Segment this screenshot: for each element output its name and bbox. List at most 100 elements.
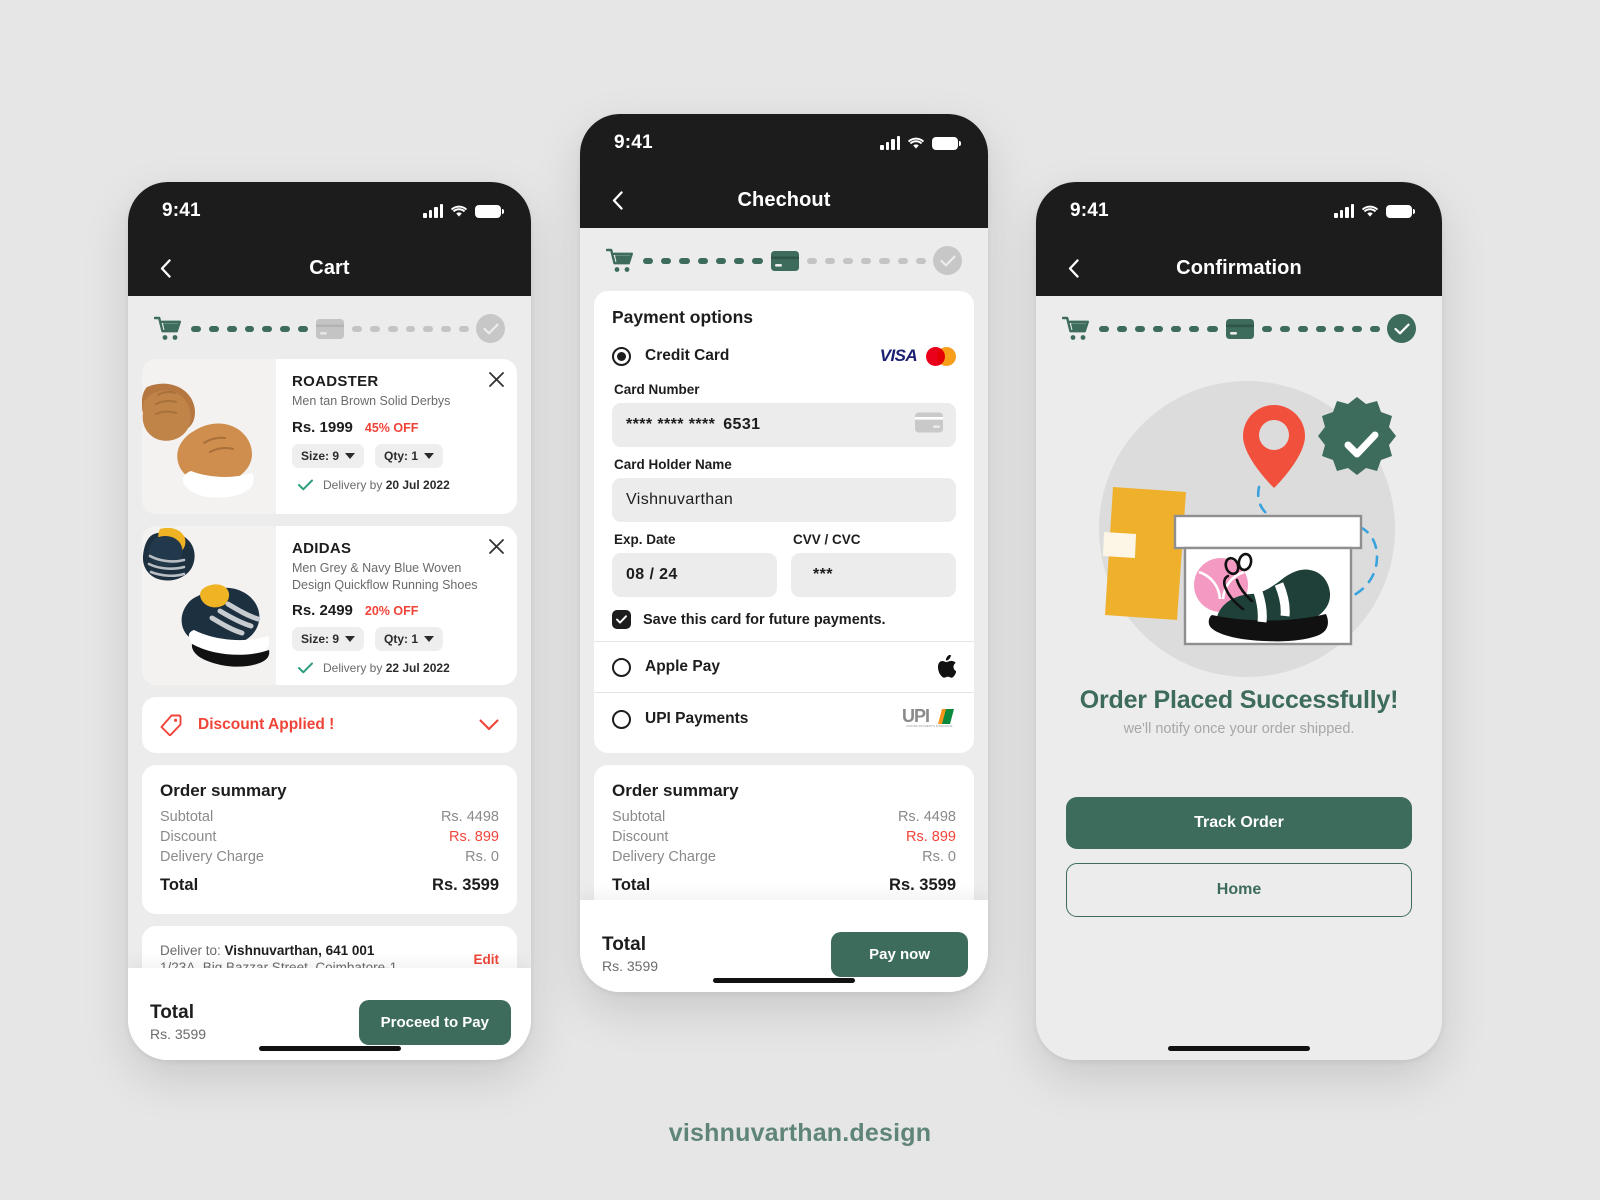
delivery-estimate: Delivery by 22 Jul 2022 — [292, 661, 503, 675]
summary-row-discount: Discount Rs. 899 — [160, 827, 499, 847]
payment-option-apple-pay[interactable]: Apple Pay — [612, 642, 956, 692]
size-selector[interactable]: Size: 9 — [292, 627, 365, 651]
radio-credit-card[interactable] — [612, 346, 631, 366]
card-holder-label: Card Holder Name — [614, 457, 732, 472]
radio-upi[interactable] — [612, 709, 631, 729]
qty-selector[interactable]: Qty: 1 — [375, 627, 444, 651]
delivery-estimate: Delivery by 20 Jul 2022 — [292, 478, 503, 492]
cart-item-adidas[interactable]: ADIDAS Men Grey & Navy Blue Woven Design… — [142, 526, 517, 685]
cellular-signal-icon — [1334, 204, 1354, 218]
confirmation-headline: Order Placed Successfully! — [1079, 686, 1399, 714]
cart-item-roadster[interactable]: ROADSTER Men tan Brown Solid Derbys Rs. … — [142, 359, 517, 514]
chevron-down-icon — [424, 452, 435, 459]
home-indicator — [1168, 1046, 1310, 1051]
card-holder-input[interactable]: Vishnuvarthan — [612, 478, 956, 522]
payment-option-upi[interactable]: UPI Payments UPI UNIFIED PAYMENTS INTERF… — [612, 693, 956, 745]
order-summary-title: Order summary — [612, 781, 739, 800]
nav-bar-confirmation: Confirmation — [1036, 240, 1442, 296]
stepper-line-1 — [1099, 325, 1218, 332]
order-summary-cart: Order summary Subtotal Rs. 4498 Discount… — [142, 765, 517, 914]
checkout-bottom-bar: Total Rs. 3599 Pay now — [580, 900, 988, 992]
status-bar: 9:41 — [580, 114, 988, 172]
check-circle-icon — [933, 246, 962, 275]
summary-value: Rs. 4498 — [897, 809, 956, 825]
chevron-down-icon — [424, 636, 435, 642]
cvv-label: CVV / CVC — [793, 532, 861, 547]
size-label: Size: 9 — [301, 632, 340, 646]
edit-address-button[interactable]: Edit — [474, 952, 500, 967]
back-button[interactable] — [148, 251, 182, 285]
card-number-label: Card Number — [614, 382, 700, 397]
phone-screen-cart: 9:41 Cart ROADSTER Men tan Brown Solid D… — [128, 182, 531, 1060]
upi-label: UPI Payments — [645, 710, 749, 727]
qty-selector[interactable]: Qty: 1 — [375, 443, 444, 468]
summary-key: Delivery Charge — [160, 849, 264, 865]
size-selector[interactable]: Size: 9 — [292, 443, 365, 468]
card-number-input[interactable]: **** **** **** 6531 — [612, 403, 956, 447]
check-circle-icon — [476, 314, 505, 343]
stepper-line-1 — [191, 325, 309, 332]
summary-key: Discount — [612, 829, 669, 845]
cvv-input[interactable]: *** — [791, 553, 956, 597]
check-icon — [298, 479, 313, 490]
summary-row-delivery: Delivery Charge Rs. 0 — [612, 847, 956, 867]
stepper-line-2 — [1261, 325, 1381, 332]
summary-value: Rs. 4498 — [440, 809, 499, 825]
delivery-prefix: Delivery by — [323, 477, 383, 492]
product-description: Men tan Brown Solid Derbys — [292, 394, 451, 408]
exp-date-input[interactable]: 08 / 24 — [612, 553, 777, 597]
credit-card-label: Credit Card — [645, 347, 730, 364]
remove-item-button[interactable] — [488, 371, 505, 393]
close-icon — [489, 372, 504, 387]
pay-now-button[interactable]: Pay now — [831, 931, 968, 977]
chevron-left-icon — [160, 258, 171, 278]
radio-apple-pay[interactable] — [612, 657, 631, 677]
summary-total-value: Rs. 3599 — [432, 876, 499, 894]
save-card-checkbox[interactable] — [612, 610, 631, 629]
status-icons — [423, 204, 505, 218]
cellular-signal-icon — [880, 136, 900, 150]
chevron-down-icon — [345, 452, 356, 459]
delivery-date: 22 Jul 2022 — [385, 661, 450, 675]
summary-row-subtotal: Subtotal Rs. 4498 — [160, 807, 499, 827]
product-discount-badge: 20% OFF — [364, 604, 419, 618]
card-number-last4: 6531 — [723, 416, 761, 433]
product-brand: ADIDAS — [292, 540, 352, 557]
page-title: Cart — [309, 256, 350, 279]
cart-screen-body: ROADSTER Men tan Brown Solid Derbys Rs. … — [128, 296, 531, 1060]
checkout-stepper-cart — [128, 296, 531, 359]
bottom-total-label: Total — [602, 934, 646, 955]
credit-card-icon — [770, 250, 799, 271]
remove-item-button[interactable] — [488, 538, 505, 560]
check-circle-icon — [1387, 314, 1416, 343]
check-icon — [298, 662, 313, 674]
summary-key: Delivery Charge — [612, 849, 716, 865]
home-button[interactable]: Home — [1066, 863, 1412, 917]
upi-icon: UPI UNIFIED PAYMENTS INTERFACE — [902, 706, 956, 732]
proceed-to-pay-button[interactable]: Proceed to Pay — [358, 999, 511, 1045]
svg-text:UPI: UPI — [902, 706, 929, 726]
payment-option-credit-card[interactable]: Credit Card VISA — [612, 342, 956, 372]
save-card-checkbox-row[interactable]: Save this card for future payments. — [612, 610, 956, 629]
qty-label: Qty: 1 — [384, 632, 419, 646]
stepper-line-2 — [352, 325, 470, 332]
summary-row-subtotal: Subtotal Rs. 4498 — [612, 807, 956, 827]
track-order-button[interactable]: Track Order — [1066, 797, 1412, 849]
status-bar: 9:41 — [1036, 182, 1442, 240]
summary-total-value: Rs. 3599 — [889, 876, 956, 894]
bottom-total-label: Total — [150, 1002, 194, 1023]
discount-applied-banner[interactable]: Discount Applied ! — [142, 697, 517, 753]
card-holder-value: Vishnuvarthan — [626, 491, 734, 508]
summary-total-key: Total — [612, 876, 651, 894]
footer-credit: vishnuvarthan.design — [668, 1119, 932, 1147]
summary-total-key: Total — [160, 876, 199, 894]
status-time: 9:41 — [1070, 200, 1109, 221]
back-button[interactable] — [600, 183, 634, 217]
checkout-screen-body: Payment options Credit Card VISA Card Nu… — [580, 228, 988, 992]
address-line-1: Deliver to: Vishnuvarthan, 641 001 — [160, 943, 464, 958]
checkout-scroll-area: Payment options Credit Card VISA Card Nu… — [580, 291, 988, 992]
back-button[interactable] — [1056, 251, 1090, 285]
product-image-adidas — [142, 526, 276, 685]
summary-row-delivery: Delivery Charge Rs. 0 — [160, 847, 499, 867]
page-title: Confirmation — [1176, 256, 1302, 279]
